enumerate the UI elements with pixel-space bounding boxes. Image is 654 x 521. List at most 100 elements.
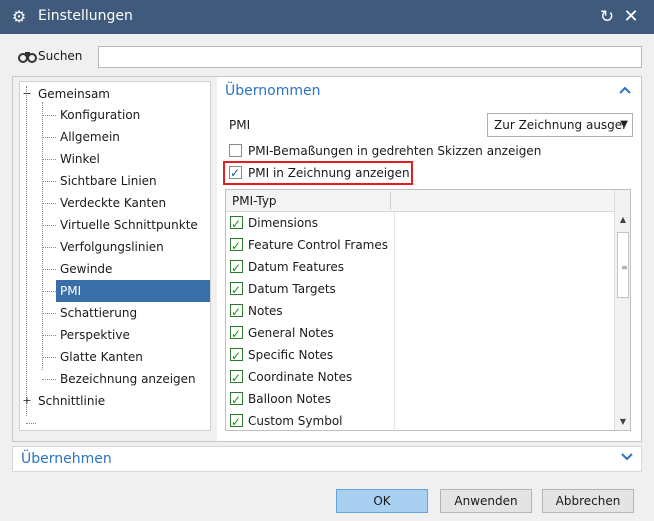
tree-branch: [42, 269, 56, 270]
pmi-label: PMI: [229, 118, 251, 132]
list-item-label: Notes: [248, 304, 283, 318]
apply-button[interactable]: Anwenden: [440, 489, 532, 513]
list-item[interactable]: Datum Targets: [230, 278, 336, 301]
scroll-down-icon[interactable]: ▼: [615, 416, 631, 428]
search-label: Suchen: [38, 49, 83, 63]
expand-icon[interactable]: +: [22, 395, 32, 406]
tree-branch: [42, 313, 56, 314]
chevron-down-icon[interactable]: [619, 451, 635, 467]
list-item-label: Dimensions: [248, 216, 319, 230]
checkbox-checked-icon[interactable]: [230, 345, 243, 367]
binoculars-icon: [18, 48, 40, 66]
tree-branch: [42, 159, 56, 160]
list-item-label: Specific Notes: [248, 348, 334, 362]
list-item-label: Feature Control Frames: [248, 238, 388, 252]
checkbox-rotated-label: PMI-Bemaßungen in gedrehten Skizzen anze…: [248, 144, 542, 158]
pmi-row: PMI Zur Zeichnung ausger ▼: [229, 113, 633, 137]
cancel-button[interactable]: Abbrechen: [542, 489, 634, 513]
chevron-up-icon[interactable]: [617, 83, 633, 99]
tree-item-schattierung[interactable]: Schattierung: [60, 302, 137, 324]
list-item[interactable]: Notes: [230, 300, 283, 323]
section-header-inherited[interactable]: Übernommen: [217, 77, 641, 107]
list-item[interactable]: Feature Control Frames: [230, 234, 388, 257]
tree-item-pmi[interactable]: PMI: [56, 280, 210, 302]
tree-branch: [42, 247, 56, 248]
scrollbar-thumb[interactable]: ≡: [617, 232, 629, 298]
tree-item-allgemein[interactable]: Allgemein: [60, 126, 120, 148]
tree-item-konfiguration[interactable]: Konfiguration: [60, 104, 140, 126]
search-input[interactable]: [98, 46, 642, 68]
checkbox-show-label: PMI in Zeichnung anzeigen: [248, 166, 410, 180]
column-separator-line: [394, 212, 395, 432]
tree-item-winkel[interactable]: Winkel: [60, 148, 100, 170]
tree-branch: [42, 115, 56, 116]
tree-item-gewinde[interactable]: Gewinde: [60, 258, 112, 280]
tree-connector: [42, 102, 43, 370]
title-bar: ⚙ Einstellungen ↻ ✕: [0, 0, 654, 34]
section-title: Übernehmen: [21, 451, 112, 467]
tree-connector-root: [26, 86, 27, 416]
checkbox-checked-icon[interactable]: [230, 367, 243, 389]
list-item[interactable]: Dimensions: [230, 212, 319, 235]
list-item[interactable]: General Notes: [230, 322, 334, 345]
list-item-label: Balloon Notes: [248, 392, 332, 406]
checkbox-rotated-row[interactable]: PMI-Bemaßungen in gedrehten Skizzen anze…: [229, 141, 541, 161]
tree-branch: [42, 335, 56, 336]
list-item-label: Custom Symbol: [248, 414, 343, 428]
tree-item-sichtbare-linien[interactable]: Sichtbare Linien: [60, 170, 157, 192]
settings-tree: − Gemeinsam Konfiguration Allgemein Wink…: [19, 81, 211, 431]
checkbox-checked-icon[interactable]: [230, 235, 243, 257]
list-item-label: General Notes: [248, 326, 334, 340]
scroll-up-icon[interactable]: ▲: [615, 214, 631, 226]
close-icon[interactable]: ✕: [620, 6, 642, 28]
tree-item-virtuelle-schnittpunkte[interactable]: Virtuelle Schnittpunkte: [60, 214, 198, 236]
grip-icon: ≡: [621, 263, 628, 272]
list-item[interactable]: Specific Notes: [230, 344, 334, 367]
tree-branch: [42, 137, 56, 138]
list-header-label: PMI-Typ: [232, 194, 277, 208]
reset-icon[interactable]: ↻: [596, 6, 618, 28]
checkbox-checked-icon[interactable]: [230, 301, 243, 323]
gear-icon: ⚙: [11, 7, 27, 26]
tree-branch: [26, 423, 36, 424]
tree-item-glatte-kanten[interactable]: Glatte Kanten: [60, 346, 143, 368]
tree-item-schnitt[interactable]: Schnittlinie: [38, 390, 105, 412]
checkbox-rotated[interactable]: [229, 144, 242, 157]
section-header-apply[interactable]: Übernehmen: [12, 446, 642, 472]
tree-item-verdeckte-kanten[interactable]: Verdeckte Kanten: [60, 192, 166, 214]
search-row: Suchen: [12, 44, 642, 70]
list-item-label: Datum Targets: [248, 282, 336, 296]
collapse-icon[interactable]: −: [22, 88, 32, 99]
tree-item-bezeichnung-anzeigen[interactable]: Bezeichnung anzeigen: [60, 368, 196, 390]
checkbox-checked-icon[interactable]: [230, 213, 243, 235]
tree-branch: [42, 379, 56, 380]
checkbox-show[interactable]: [229, 163, 242, 183]
list-item[interactable]: Balloon Notes: [230, 388, 332, 411]
list-item-label: Datum Features: [248, 260, 345, 274]
tree-branch: [42, 181, 56, 182]
list-item[interactable]: Custom Symbol: [230, 410, 343, 433]
list-scrollbar[interactable]: ▲ ≡ ▼: [614, 190, 630, 430]
list-item-label: Coordinate Notes: [248, 370, 353, 384]
checkbox-checked-icon[interactable]: [230, 279, 243, 301]
column-separator: [390, 192, 391, 210]
checkbox-checked-icon[interactable]: [230, 257, 243, 279]
tree-item-verfolgungslinien[interactable]: Verfolgungslinien: [60, 236, 164, 258]
ok-button[interactable]: OK: [336, 489, 428, 513]
tree-item-gemeinsam[interactable]: Gemeinsam: [38, 83, 110, 105]
pmi-select[interactable]: Zur Zeichnung ausger ▼: [487, 113, 633, 137]
tree-branch: [42, 203, 56, 204]
content-area: − Gemeinsam Konfiguration Allgemein Wink…: [12, 76, 642, 442]
tree-branch: [42, 357, 56, 358]
checkbox-checked-icon[interactable]: [230, 389, 243, 411]
tree-item-perspektive[interactable]: Perspektive: [60, 324, 130, 346]
list-item[interactable]: Datum Features: [230, 256, 345, 279]
settings-dialog: ⚙ Einstellungen ↻ ✕ Suchen − Gemeinsam K…: [0, 0, 654, 521]
section-title: Übernommen: [225, 83, 321, 99]
checkbox-checked-icon[interactable]: [230, 323, 243, 345]
list-header: PMI-Typ: [226, 190, 614, 212]
list-item[interactable]: Coordinate Notes: [230, 366, 353, 389]
checkbox-checked-icon[interactable]: [230, 411, 243, 433]
checkbox-show-row[interactable]: PMI in Zeichnung anzeigen: [229, 163, 410, 183]
settings-panel: Übernommen PMI Zur Zeichnung ausger ▼ PM…: [217, 77, 641, 441]
